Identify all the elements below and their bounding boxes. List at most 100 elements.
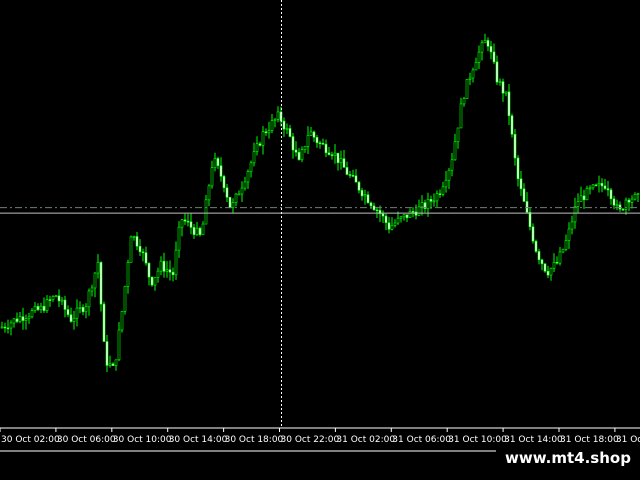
- candle-up: [576, 201, 580, 207]
- candle-down: [621, 208, 625, 211]
- candle-up: [444, 179, 448, 188]
- candle-down: [540, 259, 544, 265]
- candle-down: [48, 299, 52, 301]
- candle-up: [252, 151, 256, 164]
- candle-down: [348, 174, 352, 176]
- candle-up: [96, 262, 100, 274]
- candle-up: [591, 184, 595, 189]
- candle-down: [324, 143, 328, 154]
- candle-up: [564, 240, 568, 250]
- candle-up: [123, 286, 127, 312]
- candle-up: [633, 193, 637, 200]
- candle-down: [534, 240, 538, 252]
- price-chart[interactable]: 30 Oct 02:0030 Oct 06:0030 Oct 10:0030 O…: [0, 0, 640, 480]
- candle-up: [504, 91, 508, 94]
- candle-up: [498, 81, 502, 83]
- candle-up: [174, 249, 178, 276]
- candle-down: [192, 227, 196, 235]
- candle-up: [333, 152, 337, 156]
- candle-up: [45, 299, 49, 311]
- candle-down: [603, 185, 607, 189]
- candle-down: [327, 152, 331, 155]
- candle-down: [384, 215, 388, 224]
- candle-up: [477, 51, 481, 63]
- candle-down: [492, 51, 496, 63]
- candle-down: [69, 314, 73, 322]
- candle-up: [18, 316, 22, 322]
- candle-up: [399, 216, 403, 219]
- candle-up: [126, 262, 130, 287]
- candle-down: [372, 205, 376, 211]
- candle-down: [141, 251, 145, 254]
- candle-down: [369, 202, 373, 207]
- candle-down: [510, 115, 514, 135]
- candle-down: [531, 226, 535, 242]
- time-axis-label: 31 Oct 06:00: [392, 435, 451, 445]
- candle-down: [489, 46, 493, 53]
- candle-up: [573, 205, 577, 223]
- candle-up: [426, 198, 430, 210]
- candle-up: [213, 158, 217, 169]
- time-axis-label: 30 Oct 18:00: [225, 435, 284, 445]
- candle-up: [552, 261, 556, 269]
- candle-down: [627, 199, 631, 203]
- candle-up: [60, 299, 64, 302]
- candle-down: [495, 61, 499, 83]
- candle-down: [291, 136, 295, 151]
- candle-down: [42, 305, 46, 311]
- candle-up: [300, 149, 304, 161]
- candle-down: [312, 131, 316, 138]
- candle-up: [234, 193, 238, 203]
- candle-up: [459, 103, 463, 129]
- candle-up: [24, 318, 28, 321]
- candle-up: [180, 219, 184, 228]
- candle-up: [363, 194, 367, 197]
- candle-up: [630, 198, 634, 203]
- candle-down: [609, 189, 613, 200]
- candle-up: [165, 269, 169, 272]
- candle-up: [465, 79, 469, 99]
- candle-down: [618, 204, 622, 210]
- candle-up: [471, 69, 475, 79]
- candle-up: [585, 187, 589, 201]
- candle-down: [594, 184, 598, 187]
- candle-down: [612, 198, 616, 206]
- candle-down: [486, 40, 490, 47]
- candle-down: [81, 307, 85, 313]
- candle-up: [270, 120, 274, 131]
- candle-down: [546, 270, 550, 276]
- candle-down: [321, 142, 325, 145]
- candle-down: [357, 181, 361, 191]
- time-axis-label: 30 Oct 06:00: [57, 435, 116, 445]
- candle-up: [306, 135, 310, 147]
- candle-up: [615, 204, 619, 207]
- candle-up: [558, 251, 562, 264]
- candle-up: [261, 131, 265, 146]
- candle-up: [129, 236, 133, 263]
- candle-up: [114, 359, 118, 366]
- candle-up: [447, 169, 451, 181]
- candle-down: [222, 176, 226, 189]
- candle-up: [393, 222, 397, 226]
- candle-up: [417, 206, 421, 216]
- candle-down: [381, 213, 385, 217]
- candle-up: [480, 42, 484, 53]
- candle-down: [183, 219, 187, 222]
- candle-up: [579, 195, 583, 202]
- candle-down: [525, 201, 529, 213]
- candle-down: [216, 158, 220, 166]
- candle-up: [39, 305, 43, 310]
- candle-up: [588, 187, 592, 190]
- candle-up: [570, 221, 574, 230]
- candle-down: [63, 299, 67, 310]
- candle-up: [483, 40, 487, 44]
- candle-up: [9, 322, 13, 329]
- candle-up: [87, 290, 91, 308]
- candle-down: [171, 271, 175, 276]
- candle-down: [411, 211, 415, 213]
- candle-down: [99, 262, 103, 305]
- candle-down: [105, 341, 109, 366]
- time-axis-label: 30 Oct 02:00: [1, 435, 60, 445]
- candle-down: [147, 262, 151, 278]
- candle-down: [516, 157, 520, 180]
